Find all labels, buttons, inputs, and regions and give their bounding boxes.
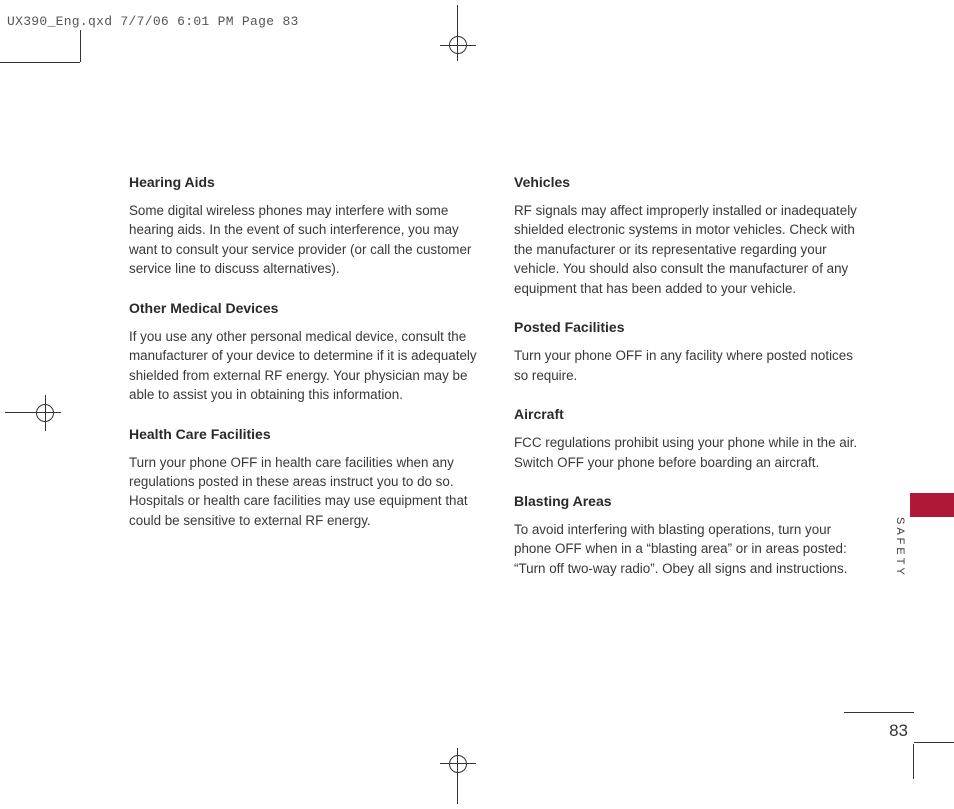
page-number-rule	[844, 712, 914, 713]
crop-mark	[914, 742, 954, 743]
section-label: SAFETY	[894, 517, 906, 578]
section-heading: Health Care Facilities	[129, 426, 484, 442]
crop-mark	[913, 744, 914, 779]
section-body: If you use any other personal medical de…	[129, 327, 484, 405]
registration-mark-icon	[440, 5, 476, 55]
section-body: RF signals may affect improperly install…	[514, 201, 869, 298]
crop-mark	[0, 62, 80, 63]
section-body: Turn your phone OFF in health care facil…	[129, 453, 484, 531]
section-heading: Hearing Aids	[129, 174, 484, 190]
registration-mark-icon	[440, 754, 476, 804]
section-heading: Posted Facilities	[514, 319, 869, 335]
section-body: Some digital wireless phones may interfe…	[129, 201, 484, 279]
section-heading: Blasting Areas	[514, 493, 869, 509]
section-heading: Vehicles	[514, 174, 869, 190]
registration-mark-icon	[5, 395, 55, 431]
print-header: UX390_Eng.qxd 7/7/06 6:01 PM Page 83	[7, 14, 299, 29]
section-heading: Aircraft	[514, 406, 869, 422]
section-body: To avoid interfering with blasting opera…	[514, 520, 869, 578]
page-number: 83	[889, 721, 908, 741]
section-body: FCC regulations prohibit using your phon…	[514, 433, 869, 472]
left-column: Hearing Aids Some digital wireless phone…	[129, 174, 484, 599]
right-column: Vehicles RF signals may affect improperl…	[514, 174, 869, 599]
section-body: Turn your phone OFF in any facility wher…	[514, 346, 869, 385]
page-content: Hearing Aids Some digital wireless phone…	[129, 174, 869, 599]
section-tab	[910, 493, 954, 517]
crop-mark	[80, 30, 81, 62]
section-heading: Other Medical Devices	[129, 300, 484, 316]
